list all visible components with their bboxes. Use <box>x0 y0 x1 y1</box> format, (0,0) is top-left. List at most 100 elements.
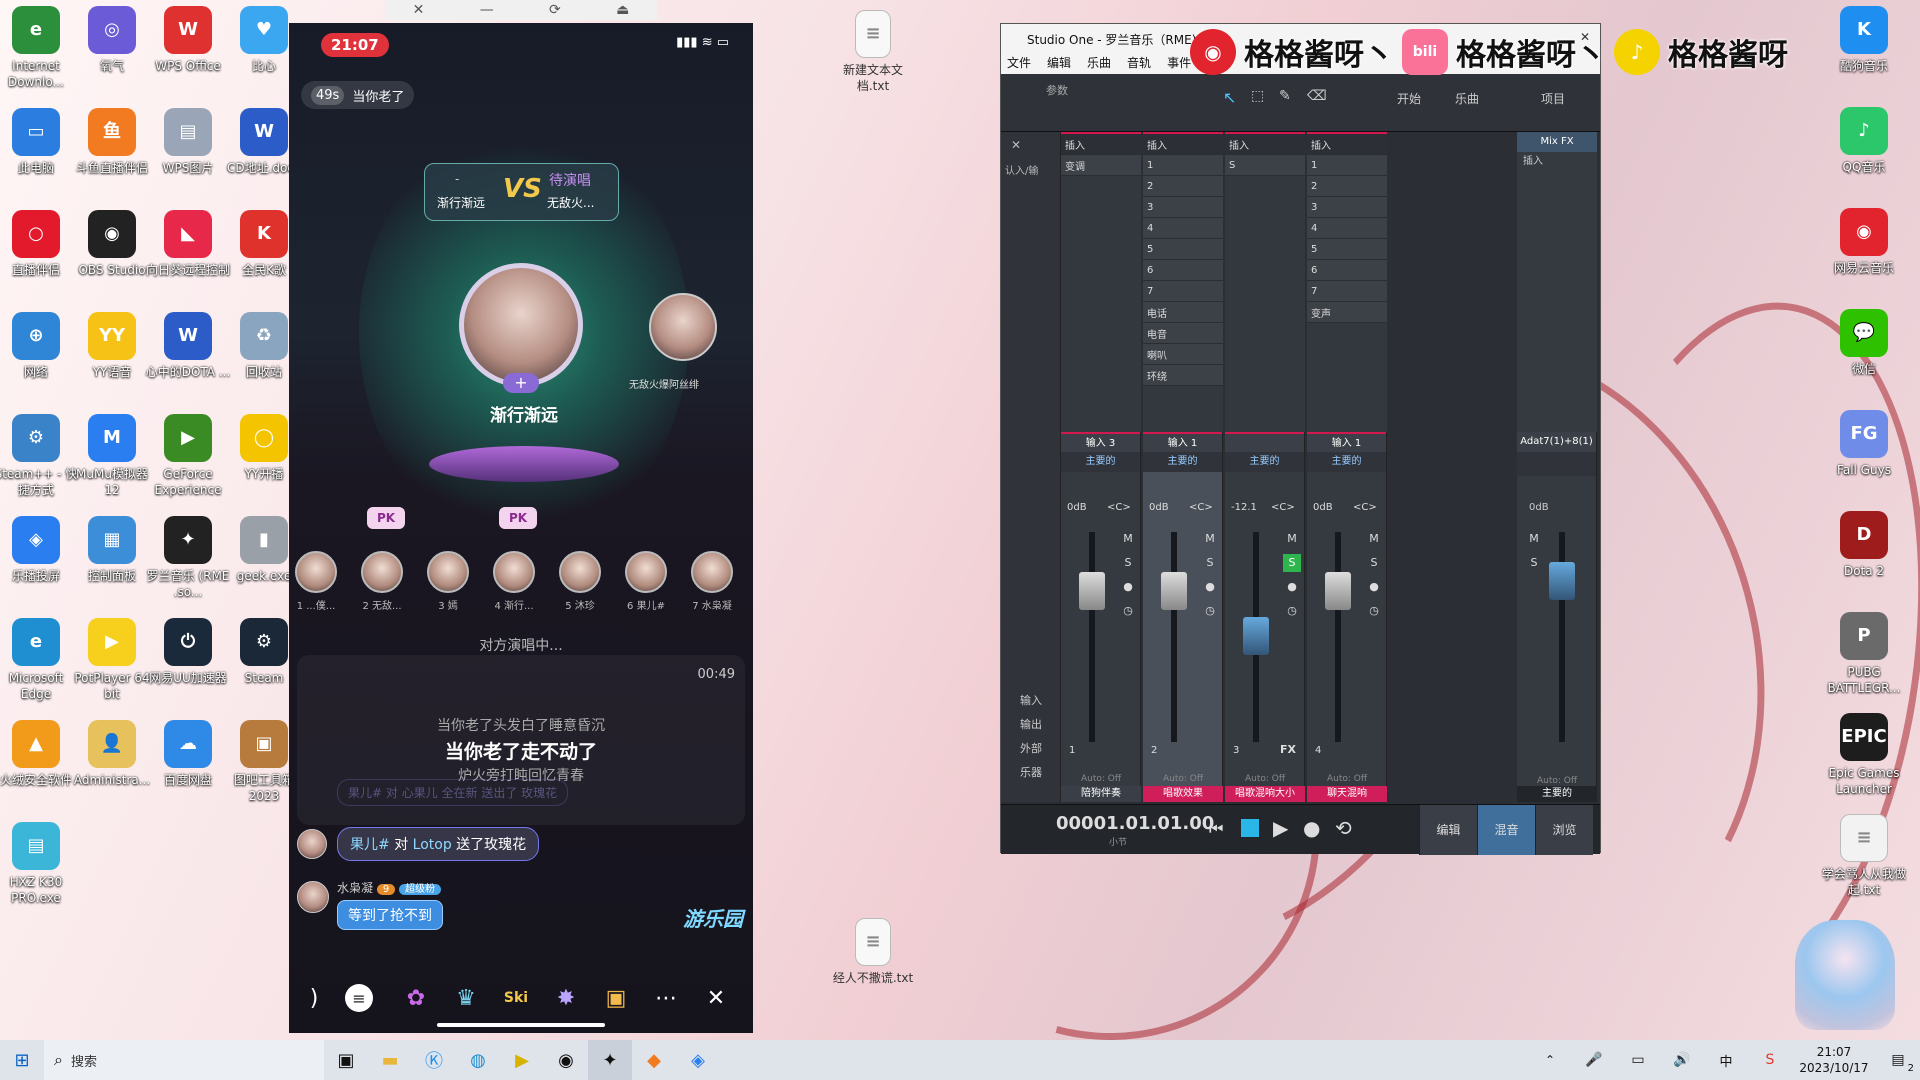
file-explorer-icon[interactable]: ▬ <box>368 1040 412 1080</box>
desktop-icon[interactable]: ▭ 此电脑 <box>0 108 79 176</box>
insert-header[interactable]: 插入 <box>1307 134 1387 155</box>
fader-knob[interactable] <box>1549 562 1575 600</box>
insert-slot[interactable]: 6 <box>1143 260 1223 281</box>
desktop-icon[interactable]: ▶ GeForce Experience <box>145 414 231 498</box>
add-follow-icon[interactable]: + <box>503 373 539 393</box>
microphone-icon[interactable]: 🎤 <box>1572 1040 1616 1080</box>
insert-slot[interactable]: 4 <box>1307 218 1387 239</box>
monitor-icon[interactable]: ◷ <box>1283 602 1301 620</box>
obs-taskbar-icon[interactable]: ◉ <box>544 1040 588 1080</box>
channel-bus[interactable]: 主要的 <box>1143 452 1222 472</box>
menu-item[interactable]: 事件 <box>1167 54 1191 74</box>
insert-slot[interactable]: 变声 <box>1307 302 1387 323</box>
potplayer-taskbar-icon[interactable]: ▶ <box>500 1040 544 1080</box>
rotate-icon[interactable]: ⟳ <box>549 2 561 18</box>
channel-pan[interactable]: <C> <box>1271 502 1295 513</box>
insert-header[interactable]: 插入 <box>1225 134 1305 155</box>
desktop-icon[interactable]: ○ 直播伴侣 <box>0 210 79 278</box>
mic-seat[interactable]: 7 水枭凝 <box>689 551 735 612</box>
insert-slot[interactable]: 2 <box>1143 176 1223 197</box>
menu-item[interactable]: 乐曲 <box>1087 54 1111 74</box>
ime-indicator[interactable]: 中 <box>1704 1040 1748 1080</box>
lebo-taskbar-icon[interactable]: ◈ <box>676 1040 720 1080</box>
desktop-icon[interactable]: W 心中的DOTA ... <box>145 312 231 380</box>
channel-fader[interactable] <box>1243 532 1269 742</box>
close-room-icon[interactable]: ✕ <box>699 981 733 1015</box>
master-vol[interactable]: 0dB <box>1529 502 1549 513</box>
channel-label[interactable]: 聊天混响 <box>1307 786 1387 802</box>
insert-slot[interactable]: 环绕 <box>1143 365 1223 386</box>
fader-knob[interactable] <box>1325 572 1351 610</box>
desktop-icon[interactable]: ▤ WPS图片 <box>145 108 231 176</box>
chat-avatar[interactable] <box>297 829 327 859</box>
menu-item[interactable]: 文件 <box>1007 54 1031 74</box>
master-auto[interactable]: Auto: Off <box>1517 776 1597 786</box>
solo-button[interactable]: S <box>1201 554 1219 572</box>
channel-pan[interactable]: <C> <box>1353 502 1377 513</box>
desktop-icon-text-file-2[interactable]: ≡ 经人不撒谎.txt <box>828 918 918 986</box>
chat-icon[interactable]: ≡ <box>345 984 373 1012</box>
desktop-icon[interactable]: EPIC Epic Games Launcher <box>1817 713 1911 797</box>
insert-slot[interactable]: 1 <box>1143 155 1223 176</box>
taskbar-search[interactable]: ⌕ 搜索 <box>44 1040 324 1080</box>
gift-box-icon[interactable]: ▣ <box>599 981 633 1015</box>
master-fader[interactable] <box>1549 532 1575 742</box>
chevron-up-icon[interactable]: ⌃ <box>1528 1040 1572 1080</box>
channel-volume[interactable]: -12.1 <box>1231 502 1257 513</box>
solo-button[interactable]: S <box>1119 554 1137 572</box>
insert-slot[interactable]: 5 <box>1307 239 1387 260</box>
insert-slot[interactable]: 7 <box>1307 281 1387 302</box>
desktop-icon[interactable]: ◉ OBS Studio <box>69 210 155 278</box>
rewind-icon[interactable]: ⏮ <box>1209 819 1223 839</box>
mic-seat[interactable]: 6 果儿# <box>623 551 669 612</box>
channel-bus[interactable]: 主要的 <box>1307 452 1386 472</box>
record-arm-icon[interactable]: ● <box>1365 578 1383 596</box>
channel-auto[interactable]: Auto: Off <box>1307 774 1387 784</box>
master-solo-button[interactable]: S <box>1525 554 1543 572</box>
channel-fader[interactable] <box>1079 532 1105 742</box>
record-icon[interactable]: ● <box>1303 816 1320 840</box>
side-label[interactable]: 外部 <box>1001 740 1061 764</box>
stop-icon[interactable] <box>1241 819 1259 837</box>
desktop-icon[interactable]: ⏻ 网易UU加速器 <box>145 618 231 686</box>
view-tab[interactable]: 编辑 <box>1419 805 1477 855</box>
kugou-taskbar-icon[interactable]: Ⓚ <box>412 1040 456 1080</box>
mute-button[interactable]: M <box>1119 530 1137 548</box>
insert-slot[interactable]: 电音 <box>1143 323 1223 344</box>
edge-taskbar-icon[interactable]: ◍ <box>456 1040 500 1080</box>
desktop-icon[interactable]: ▶ PotPlayer 64 bit <box>69 618 155 702</box>
desktop-icon[interactable]: e Internet Downlo... <box>0 6 79 90</box>
star-icon[interactable]: ✸ <box>549 981 583 1015</box>
park-label[interactable]: 游乐园 <box>683 903 743 932</box>
mic-seat[interactable]: 2 无敌... <box>359 551 405 612</box>
channel-label[interactable]: 唱歌混响大小 <box>1225 786 1305 802</box>
channel-bus[interactable]: 主要的 <box>1061 452 1140 472</box>
loop-icon[interactable]: ⟲ <box>1335 816 1352 840</box>
song-tab[interactable]: 乐曲 <box>1455 90 1479 107</box>
desktop-icon[interactable]: 👤 Administra... <box>69 720 155 788</box>
fader-knob[interactable] <box>1243 617 1269 655</box>
channel-input[interactable]: 输入 1 <box>1307 432 1386 452</box>
monitor-icon[interactable]: ◷ <box>1365 602 1383 620</box>
desktop-icon-new-text-file[interactable]: ≡ 新建文本文档.txt <box>828 10 918 94</box>
range-tool-icon[interactable]: ⬚ <box>1251 88 1264 104</box>
desktop-icon[interactable]: YY YY语音 <box>69 312 155 380</box>
insert-slot[interactable]: 5 <box>1143 239 1223 260</box>
mixfx-insert[interactable]: 插入 <box>1517 152 1597 172</box>
desktop-icon[interactable]: 💬 微信 <box>1817 309 1911 377</box>
desktop-icon[interactable]: ▲ 火绒安全软件 <box>0 720 79 788</box>
singer-avatar[interactable] <box>459 263 583 387</box>
desktop-icon[interactable]: e Microsoft Edge <box>0 618 79 702</box>
mic-seat[interactable]: 4 渐行... <box>491 551 537 612</box>
desktop-icon[interactable]: P PUBG BATTLEGR... <box>1817 612 1911 696</box>
solo-button[interactable]: S <box>1283 554 1301 572</box>
insert-slot[interactable]: S <box>1225 155 1305 176</box>
gift-flower-icon[interactable]: ✿ <box>399 981 433 1015</box>
side-label[interactable]: 输出 <box>1001 716 1061 740</box>
record-arm-icon[interactable]: ● <box>1201 578 1219 596</box>
desktop-icon[interactable]: ▤ HXZ K30 PRO.exe <box>0 822 79 906</box>
desktop-icon[interactable]: ◎ 氧气 <box>69 6 155 74</box>
side-label[interactable]: 乐器 <box>1001 764 1061 788</box>
task-view-icon[interactable]: ▣ <box>324 1040 368 1080</box>
fader-knob[interactable] <box>1161 572 1187 610</box>
